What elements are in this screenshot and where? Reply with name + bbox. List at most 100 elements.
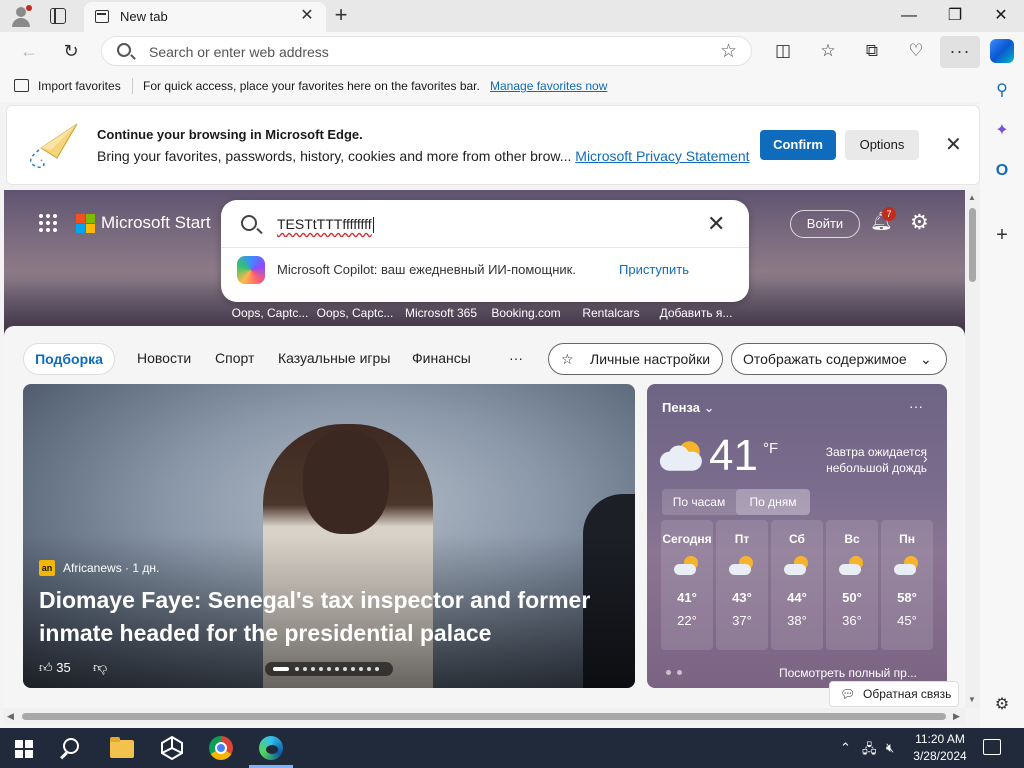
- forecast-low: 37°: [732, 613, 752, 628]
- tab-featured[interactable]: Подборка: [23, 343, 115, 375]
- search-input[interactable]: TESTtTTTffffffff: [277, 216, 374, 234]
- vertical-scrollbar[interactable]: ▲ ▼: [965, 190, 980, 708]
- sidebar-add-icon[interactable]: +: [991, 224, 1013, 246]
- unity-icon[interactable]: [158, 734, 186, 762]
- refresh-button[interactable]: ↻: [58, 38, 84, 64]
- new-tab-favicon-icon: [95, 10, 109, 23]
- article-headline[interactable]: Diomaye Faye: Senegal's tax inspector an…: [39, 584, 619, 650]
- temperature-unit[interactable]: °F: [763, 440, 778, 457]
- full-forecast-link[interactable]: Посмотреть полный пр...: [779, 666, 917, 680]
- system-clock[interactable]: 11:20 AM 3/28/2024: [908, 731, 972, 765]
- forecast-day[interactable]: Сб 44° 38°: [771, 520, 823, 650]
- forecast-day[interactable]: Пн 58° 45°: [881, 520, 933, 650]
- sidebar-outlook-icon[interactable]: O: [991, 160, 1013, 182]
- forecast-day[interactable]: Сегодня 41° 22°: [661, 520, 713, 650]
- scroll-down-arrow-icon[interactable]: ▼: [968, 695, 976, 704]
- scroll-left-arrow-icon[interactable]: ◀: [7, 711, 14, 722]
- clear-search-icon[interactable]: ✕: [707, 211, 725, 237]
- address-bar[interactable]: Search or enter web address ☆: [101, 36, 752, 66]
- restore-button[interactable]: ❐: [932, 2, 978, 30]
- like-count: 35: [56, 660, 71, 675]
- forecast-day-name: Сб: [789, 532, 805, 546]
- favorites-divider: [132, 78, 133, 94]
- quick-link-label: Booking.com: [491, 306, 561, 320]
- quick-link-label: Oops, Captc...: [231, 306, 309, 320]
- horizontal-scroll-thumb[interactable]: [22, 713, 946, 720]
- clock-time: 11:20 AM: [915, 732, 965, 746]
- scroll-up-arrow-icon[interactable]: ▲: [968, 193, 976, 202]
- file-explorer-icon[interactable]: [108, 734, 136, 762]
- sidebar-copilot-icon[interactable]: ✦: [991, 120, 1013, 142]
- tab-hourly[interactable]: По часам: [662, 489, 736, 515]
- weather-card[interactable]: Пенза ⌄ ··· 41 °F Завтра ожидается небол…: [647, 384, 947, 688]
- close-banner-icon[interactable]: ✕: [945, 132, 962, 157]
- forecast-day[interactable]: Вс 50° 36°: [826, 520, 878, 650]
- sign-in-button[interactable]: Войти: [790, 210, 860, 238]
- back-button[interactable]: ←: [16, 38, 42, 64]
- app-launcher-icon[interactable]: [39, 214, 57, 232]
- chevron-right-icon[interactable]: ›: [923, 450, 928, 466]
- tab-actions-icon[interactable]: [50, 8, 66, 24]
- start-windows-icon[interactable]: [15, 740, 33, 758]
- sidebar-settings-icon[interactable]: ⚙: [991, 694, 1013, 716]
- sidebar-search-icon[interactable]: ⚲: [991, 80, 1013, 102]
- collections-icon[interactable]: ⧉: [860, 39, 884, 63]
- tab-new-tab[interactable]: New tab ✕: [84, 2, 326, 32]
- taskbar-search-icon[interactable]: [58, 734, 86, 762]
- favorites-icon[interactable]: ☆: [816, 39, 840, 63]
- close-window-button[interactable]: ✕: [978, 2, 1024, 30]
- browser-essentials-icon[interactable]: ♡: [904, 39, 928, 63]
- favorites-bar: Import favorites For quick access, place…: [0, 70, 980, 102]
- import-data-banner: Continue your browsing in Microsoft Edge…: [6, 105, 980, 185]
- import-favorites-button[interactable]: Import favorites: [38, 79, 121, 93]
- network-icon[interactable]: 🖧︎: [862, 740, 877, 762]
- split-screen-icon[interactable]: ◫: [771, 39, 795, 63]
- close-tab-icon[interactable]: ✕: [298, 7, 316, 25]
- like-button[interactable]: 👍︎ 35: [39, 660, 71, 676]
- confirm-button[interactable]: Confirm: [760, 130, 836, 160]
- scroll-right-arrow-icon[interactable]: ▶: [953, 711, 960, 722]
- edge-icon[interactable]: [249, 734, 293, 768]
- copilot-icon[interactable]: [990, 39, 1014, 63]
- add-favorite-star-icon[interactable]: ☆: [720, 40, 737, 63]
- tab-sports[interactable]: Спорт: [215, 343, 254, 375]
- profile-icon[interactable]: [10, 5, 32, 27]
- thumbs-down-icon[interactable]: 👎︎: [93, 659, 107, 676]
- thumbs-up-icon: 👍︎: [39, 660, 53, 675]
- feedback-button[interactable]: 💬︎ Обратная связь: [829, 681, 959, 707]
- manage-favorites-link[interactable]: Manage favorites now: [490, 79, 607, 93]
- tab-daily[interactable]: По дням: [736, 489, 810, 515]
- show-hidden-icons-chevron-icon[interactable]: ⌃: [840, 740, 851, 756]
- tab-news[interactable]: Новости: [137, 343, 191, 375]
- paper-plane-icon: [29, 123, 78, 169]
- vertical-scroll-thumb[interactable]: [969, 208, 976, 282]
- copilot-suggestion-text[interactable]: Microsoft Copilot: ваш ежедневный ИИ-пом…: [277, 262, 576, 277]
- new-tab-button[interactable]: +: [330, 4, 352, 27]
- notification-center-icon[interactable]: [983, 739, 1001, 755]
- chrome-icon[interactable]: [207, 734, 235, 762]
- weather-page-dot[interactable]: [666, 670, 671, 675]
- options-button[interactable]: Options: [845, 130, 919, 160]
- copilot-start-link[interactable]: Приступить: [619, 262, 689, 277]
- weather-location[interactable]: Пенза ⌄: [662, 400, 714, 416]
- tab-casual-games[interactable]: Казуальные игры: [278, 343, 390, 375]
- featured-article-card[interactable]: an Africanews · 1 дн. Diomaye Faye: Sene…: [23, 384, 635, 688]
- personalize-button[interactable]: ☆ Личные настройки: [548, 343, 723, 375]
- web-search-box[interactable]: TESTtTTTffffffff ✕ Microsoft Copilot: ва…: [221, 200, 749, 302]
- weather-page-dot[interactable]: [677, 670, 682, 675]
- privacy-statement-link[interactable]: Microsoft Privacy Statement: [575, 148, 749, 164]
- horizontal-scrollbar[interactable]: ◀ ▶: [4, 708, 965, 724]
- tab-finance[interactable]: Финансы: [412, 343, 471, 375]
- forecast-day[interactable]: Пт 43° 37°: [716, 520, 768, 650]
- volume-muted-icon[interactable]: 🔇︎: [886, 740, 894, 756]
- weather-more-icon[interactable]: ···: [909, 398, 923, 414]
- minimize-button[interactable]: —: [886, 2, 932, 30]
- more-tabs-button[interactable]: ···: [509, 343, 523, 375]
- forecast-day-name: Пн: [899, 532, 915, 546]
- partly-sunny-icon: [894, 556, 920, 576]
- brand-title: Microsoft Start: [101, 213, 211, 232]
- page-settings-gear-icon[interactable]: ⚙: [910, 210, 929, 235]
- carousel-pager[interactable]: [265, 662, 393, 676]
- display-content-dropdown[interactable]: Отображать содержимое ⌄: [731, 343, 947, 375]
- settings-more-button[interactable]: ···: [940, 36, 980, 68]
